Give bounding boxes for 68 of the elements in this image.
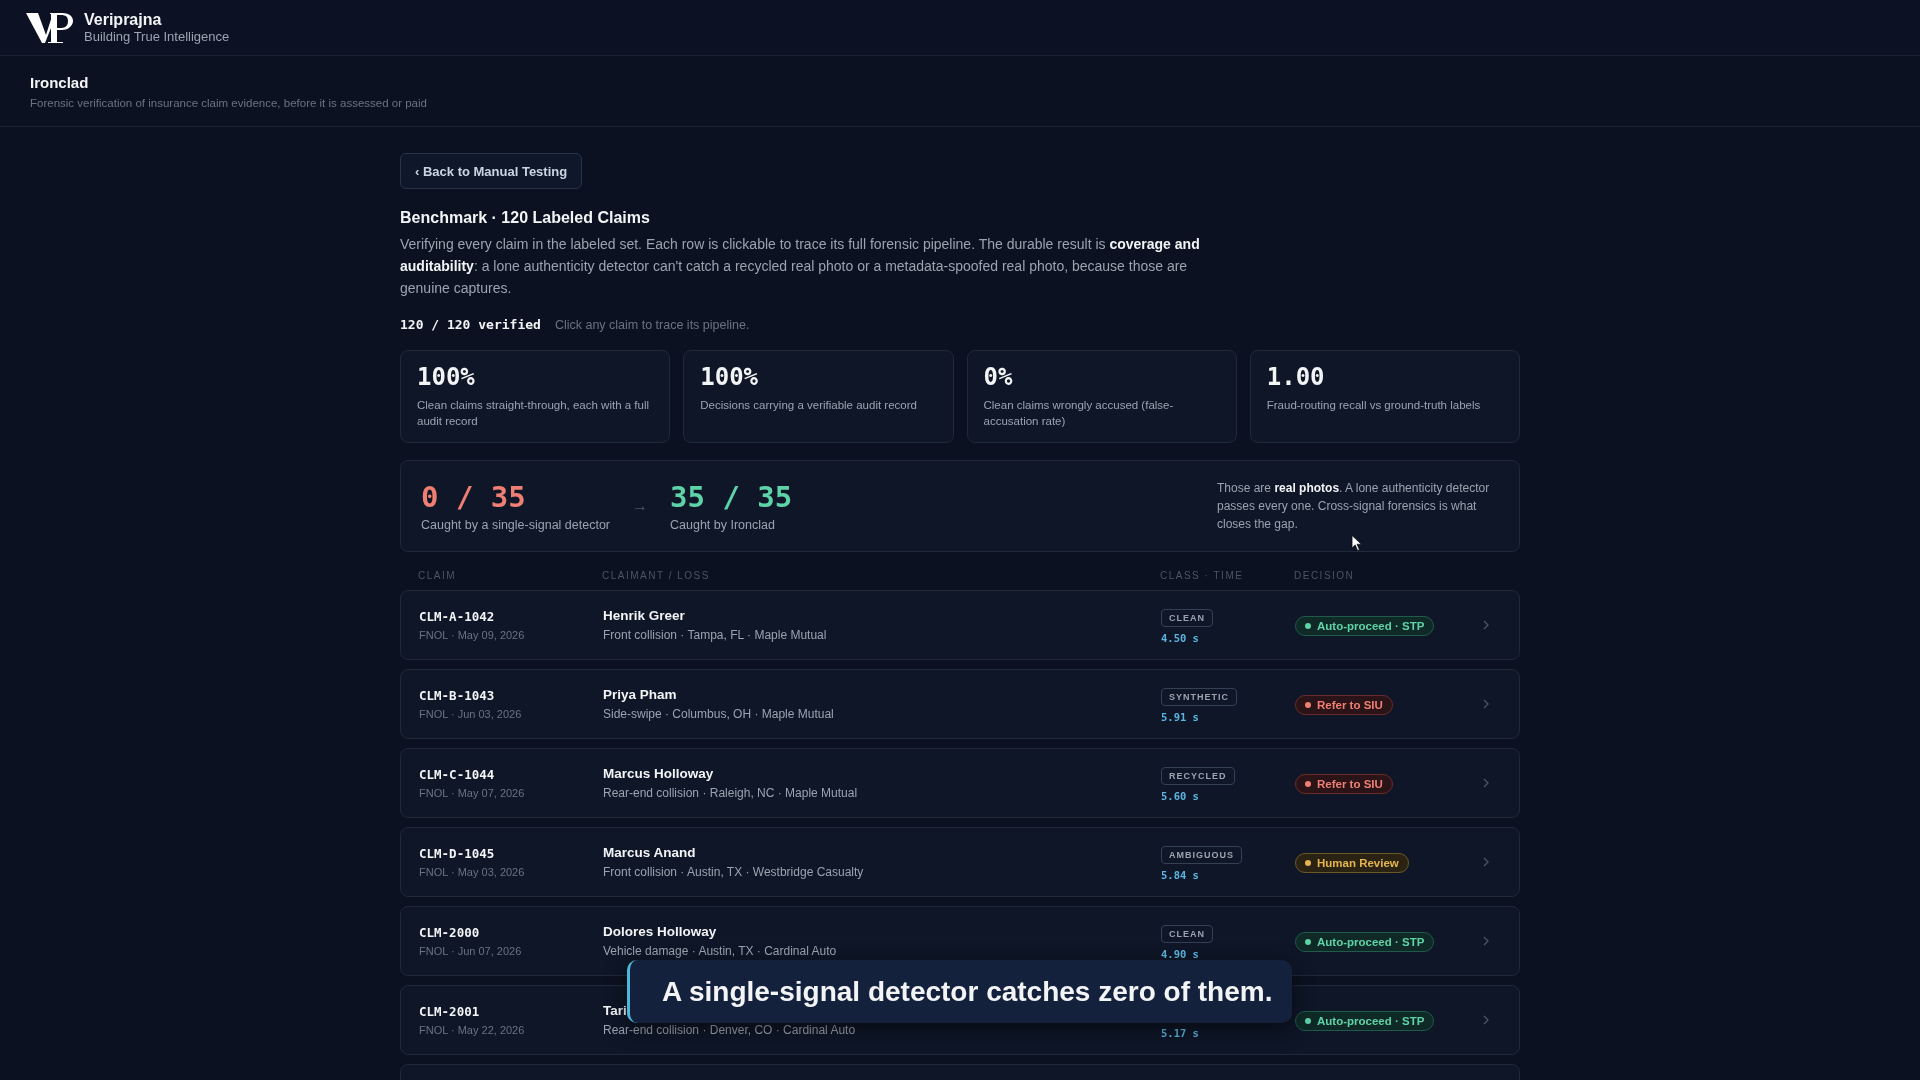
decision-badge: Auto-proceed · STP	[1295, 931, 1435, 952]
claimant-name: Henrik Greer	[603, 608, 685, 623]
loss-details: Vehicle damage · Austin, TX · Cardinal Auto	[603, 944, 837, 958]
arrow-glyph: →	[632, 497, 648, 515]
stat-label: Clean claims wrongly accused (false-accusation rate)	[983, 398, 1175, 429]
class-tag: RECYCLED	[1161, 767, 1235, 785]
column-header: DECISION	[1294, 569, 1356, 581]
class-tag: SYNTHETIC	[1161, 688, 1237, 706]
ironclad-score: 35 / 35	[670, 480, 793, 514]
class-tag: CLEAN	[1161, 925, 1213, 943]
intro-paragraph: Verifying every claim in the labeled set. Each row is clickable to trace its full forensic pipeline. The durable result is coverage and auditability: a lone authenticity detector can't catch a recycled real photo or a metadata-spoofed real photo, because those are genuine captures.	[400, 235, 1201, 298]
brand-name: Veriprajna	[84, 11, 163, 29]
loss-details: Rear-end collision · Raleigh, NC · Maple Mutual	[603, 786, 858, 800]
processing-time: 4.50 s	[1161, 632, 1199, 644]
class-tag: CLEAN	[1161, 609, 1213, 627]
claimant-name: Dolores Holloway	[603, 924, 717, 939]
stat-value: 0%	[983, 363, 1014, 391]
claim-id: CLM-B-1043	[419, 688, 495, 703]
stat-label: Decisions carrying a verifiable audit record	[700, 398, 918, 413]
claimant-name: Marcus Holloway	[603, 766, 714, 781]
claim-id: CLM-C-1044	[419, 767, 495, 782]
loss-details: Rear-end collision · Denver, CO · Cardinal Auto	[603, 1023, 856, 1037]
claim-id: CLM-D-1045	[419, 846, 495, 861]
detector-label: Caught by a single-signal detector	[421, 518, 610, 532]
column-header: CLASS · TIME	[1160, 569, 1245, 581]
decision-badge: Refer to SIU	[1295, 694, 1393, 715]
loss-details: Side-swipe · Columbus, OH · Maple Mutual	[603, 707, 834, 721]
class-tag: AMBIGUOUS	[1161, 846, 1242, 864]
stat-value: 1.00	[1266, 363, 1326, 391]
comparison-note: Those are real photos. A lone authenticity detector passes every one. Cross-signal forensics is what closes the gap.	[1217, 480, 1491, 533]
processing-time: 5.60 s	[1161, 790, 1199, 802]
product-title: Ironclad	[30, 74, 90, 91]
stat-label: Clean claims straight-through, each with a full audit record	[417, 398, 651, 429]
decision-badge: Auto-proceed · STP	[1295, 1010, 1435, 1031]
brand-tagline: Building True Intelligence	[84, 29, 230, 44]
stat-value: 100%	[700, 363, 760, 391]
processing-time: 4.90 s	[1161, 948, 1199, 960]
processing-time: 5.91 s	[1161, 711, 1199, 723]
ironclad-label: Caught by Ironclad	[670, 518, 776, 532]
claimant-name: Tari	[603, 1003, 627, 1018]
processing-time: 5.84 s	[1161, 869, 1199, 881]
product-subtitle: Forensic verification of insurance claim evidence, before it is assessed or paid	[30, 97, 428, 109]
verified-hint: Click any claim to trace its pipeline.	[554, 318, 750, 332]
loss-details: Front collision · Austin, TX · Westbridge Casualty	[603, 865, 864, 879]
claim-date: FNOL · May 07, 2026	[419, 787, 525, 799]
claim-date: FNOL · May 22, 2026	[419, 1024, 525, 1036]
claim-date: FNOL · Jun 03, 2026	[419, 708, 522, 720]
column-header: CLAIMANT / LOSS	[602, 569, 711, 581]
claim-date: FNOL · May 03, 2026	[419, 866, 525, 878]
claim-id: CLM-A-1042	[419, 609, 495, 624]
detector-score: 0 / 35	[421, 480, 527, 514]
section-heading: Benchmark · 120 Labeled Claims	[400, 209, 651, 227]
decision-badge: Human Review	[1295, 852, 1409, 873]
claim-date: FNOL · May 09, 2026	[419, 629, 525, 641]
stat-label: Fraud-routing recall vs ground-truth labels	[1266, 398, 1482, 413]
decision-badge: Refer to SIU	[1295, 773, 1393, 794]
claim-id: CLM-2000	[419, 925, 480, 940]
column-header: CLAIM	[418, 569, 458, 581]
decision-badge: Auto-proceed · STP	[1295, 615, 1435, 636]
claimant-name: Priya Pham	[603, 687, 677, 702]
caption-overlay: A single-signal detector catches zero of them.	[627, 960, 1292, 1023]
claim-date: FNOL · Jun 07, 2026	[419, 945, 522, 957]
loss-details: Front collision · Tampa, FL · Maple Mutual	[603, 628, 827, 642]
claimant-name: Marcus Anand	[603, 845, 696, 860]
stat-value: 100%	[417, 363, 476, 391]
verified-count: 120 / 120 verified	[400, 317, 541, 332]
claim-id: CLM-2001	[419, 1004, 480, 1019]
processing-time: 5.17 s	[1161, 1027, 1199, 1039]
